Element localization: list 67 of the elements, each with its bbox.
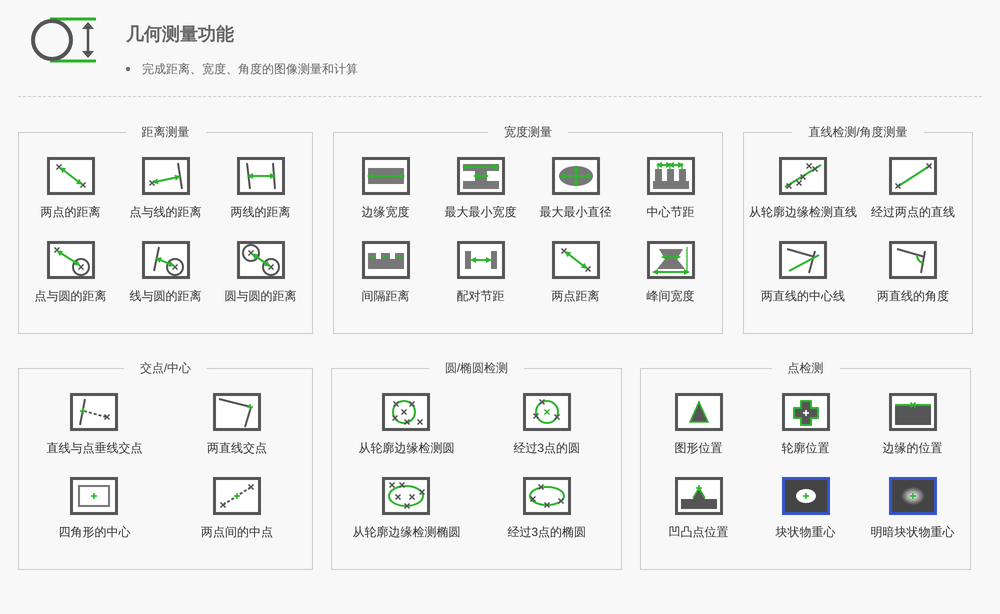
tool-label[interactable]: 经过3点的椭圆 <box>507 523 586 541</box>
tool-label[interactable]: 凹凸点位置 <box>668 523 728 541</box>
tool-label[interactable]: 中心节距 <box>646 203 694 221</box>
edge-width-icon <box>362 157 410 195</box>
bullet-text: 完成距离、宽度、角度的图像测量和计算 <box>142 61 358 78</box>
edge-position-icon <box>888 393 936 431</box>
peak-position-icon <box>674 477 722 515</box>
tool-label[interactable]: 四角形的中心 <box>58 523 130 541</box>
tool-label[interactable]: 峰间宽度 <box>646 287 694 305</box>
tool-label[interactable]: 两点距离 <box>552 287 600 305</box>
tool-label[interactable]: 从轮廓边缘检测圆 <box>358 439 454 457</box>
tool-label[interactable]: 线与圆的距离 <box>130 287 202 305</box>
min-max-width-icon <box>456 157 504 195</box>
line-distance-icon <box>236 157 284 195</box>
rectangle-center-icon <box>70 477 118 515</box>
angle-icon <box>889 241 937 279</box>
tool-label[interactable]: 两直线的角度 <box>877 287 949 305</box>
point-distance-icon <box>552 241 600 279</box>
point-circle-distance-icon <box>46 241 94 279</box>
point-line-distance-icon <box>142 157 190 195</box>
tool-label[interactable]: 轮廓位置 <box>782 439 830 457</box>
group-title: 直线检测/角度测量 <box>807 124 909 141</box>
tool-label[interactable]: 两点间的中点 <box>200 523 273 541</box>
circle-distance-icon <box>236 241 284 279</box>
tool-label[interactable]: 两直线的中心线 <box>761 287 845 305</box>
group-title: 距离测量 <box>140 124 190 141</box>
tool-label[interactable]: 边缘宽度 <box>362 203 410 221</box>
tool-label[interactable]: 圆与圆的距离 <box>224 287 296 305</box>
gradient-blob-centroid-icon <box>888 477 936 515</box>
tool-label[interactable]: 经过两点的直线 <box>871 203 955 221</box>
tool-label[interactable]: 直线与点垂线交点 <box>46 439 142 457</box>
group-title: 圆/椭圆检测 <box>444 360 510 377</box>
tool-label[interactable]: 间隔距离 <box>362 287 410 305</box>
page-title: 几何测量功能 <box>126 23 235 46</box>
ellipse-diameter-icon <box>552 157 600 195</box>
group-title: 点检测 <box>786 360 824 377</box>
tool-label[interactable]: 配对节距 <box>456 287 504 305</box>
pair-pitch-icon <box>456 241 504 279</box>
intersection-icon <box>212 393 261 431</box>
tool-label[interactable]: 明暗块状物重心 <box>870 523 954 541</box>
tool-label[interactable]: 块状物重心 <box>776 523 836 541</box>
tool-label[interactable]: 两直线交点 <box>206 439 267 457</box>
tool-label[interactable]: 最大最小直径 <box>540 203 612 221</box>
cross-shape-icon <box>782 393 830 431</box>
group-title: 交点/中心 <box>138 360 192 377</box>
tool-label[interactable]: 点与线的距离 <box>130 203 202 221</box>
tool-label[interactable]: 从轮廓边缘检测直线 <box>749 203 857 221</box>
line-circle-distance-icon <box>142 241 190 279</box>
gap-distance-icon <box>362 241 410 279</box>
bullet-icon <box>126 67 130 71</box>
tool-label[interactable]: 经过3点的圆 <box>513 439 580 457</box>
midpoint-icon <box>212 477 261 515</box>
tool-label[interactable]: 图形位置 <box>674 439 722 457</box>
group-title: 宽度测量 <box>503 124 553 141</box>
peak-width-icon <box>646 241 694 279</box>
circle-measure-logo-icon <box>30 17 98 63</box>
point-distance-icon <box>46 157 94 195</box>
tool-label[interactable]: 最大最小宽度 <box>444 203 516 221</box>
tool-label[interactable]: 点与圆的距离 <box>34 287 106 305</box>
triangle-shape-icon <box>674 393 722 431</box>
tool-label[interactable]: 两线的距离 <box>230 203 290 221</box>
tool-label[interactable]: 从轮廓边缘检测椭圆 <box>352 523 460 541</box>
pitch-icon <box>646 157 694 195</box>
blob-centroid-icon <box>782 477 830 515</box>
tool-label[interactable]: 边缘的位置 <box>882 439 942 457</box>
tool-label[interactable]: 两点的距离 <box>40 203 100 221</box>
perpendicular-point-icon <box>70 393 118 431</box>
